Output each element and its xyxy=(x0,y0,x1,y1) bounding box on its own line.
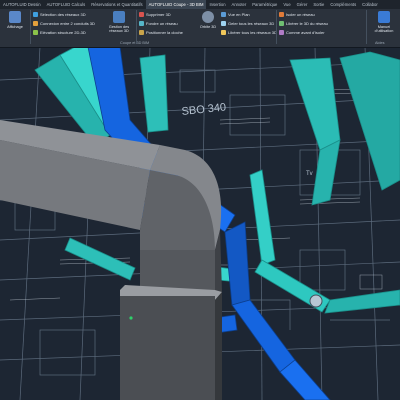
autocad-window: AUTOFLUID Dessin AUTOFLUID Calculs Réser… xyxy=(0,0,400,400)
panel-label-coupe: Coupe et 3D BIM xyxy=(120,41,150,45)
merge-icon xyxy=(139,21,144,26)
selection-icon xyxy=(33,12,38,17)
release-icon xyxy=(279,21,284,26)
tab-reservations[interactable]: Réservations et Quantitatifs xyxy=(88,0,145,9)
tab-complements[interactable]: Compléments xyxy=(327,0,359,9)
connector-point-icon xyxy=(129,316,133,320)
tab-parametrique[interactable]: Paramétrique xyxy=(249,0,280,9)
ribbon: AUTOFLUID Dessin AUTOFLUID Calculs Réser… xyxy=(0,0,400,48)
orbite-button[interactable]: Orbite 3D xyxy=(198,10,218,40)
elevation-button[interactable]: Elévation structure 2D-3D xyxy=(33,29,86,36)
fondre-button[interactable]: Fondre un réseau xyxy=(139,20,178,27)
selection-reseaux-button[interactable]: Sélection des réseaux 3D xyxy=(33,11,86,18)
tab-vue[interactable]: Vue xyxy=(280,0,293,9)
tab-collaborer[interactable]: Collabor xyxy=(359,0,381,9)
manual-icon xyxy=(378,11,390,23)
isoler-button[interactable]: Isoler un réseau xyxy=(279,11,315,18)
separator xyxy=(136,10,137,44)
gestion-reseaux-button[interactable]: Gestion des réseaux 3D xyxy=(104,10,134,40)
delete-icon xyxy=(139,12,144,17)
drawing-viewport[interactable]: SBO 340 Tv Tv xyxy=(0,47,400,400)
tab-gerer[interactable]: Gérer xyxy=(294,0,311,9)
tab-autofluid-dessin[interactable]: AUTOFLUID Dessin xyxy=(0,0,44,9)
freeze-icon xyxy=(221,21,226,26)
vue-en-plan-button[interactable]: Vue en Plan xyxy=(221,11,250,18)
connect-icon xyxy=(33,21,38,26)
room-tag: Tv xyxy=(306,171,313,177)
connexion-button[interactable]: Connexion entre 2 conduits 3D xyxy=(33,20,95,27)
tab-sortie[interactable]: Sortie xyxy=(310,0,327,9)
separator xyxy=(276,10,277,44)
separator xyxy=(30,10,31,44)
positionner-button[interactable]: Positionner la cloche xyxy=(139,29,183,36)
supprimer-button[interactable]: Supprimer 3D xyxy=(139,11,171,18)
liberer-reseau-button[interactable]: Libérer le 3D du réseau xyxy=(279,20,328,27)
display-icon xyxy=(9,11,21,23)
affichage-button[interactable]: Affichage xyxy=(2,10,28,40)
orbit-icon xyxy=(202,11,214,23)
ribbon-tabs: AUTOFLUID Dessin AUTOFLUID Calculs Réser… xyxy=(0,0,400,9)
manuel-button[interactable]: Manuel d'utilisation xyxy=(369,10,399,40)
unfreeze-icon xyxy=(221,30,226,35)
position-icon xyxy=(139,30,144,35)
diffuser-icon xyxy=(309,294,323,308)
tab-coupe-3d-bim[interactable]: AUTOFLUID Coupe - 3D BIM xyxy=(145,0,207,9)
isolate-icon xyxy=(279,12,284,17)
geler-reseaux-button[interactable]: Geler tous les réseaux 3D xyxy=(221,20,274,27)
tab-autofluid-calculs[interactable]: AUTOFLUID Calculs xyxy=(44,0,89,9)
restore-icon xyxy=(279,30,284,35)
comme-avant-button[interactable]: Comme avant d'isoler xyxy=(279,29,325,36)
plan-view-icon xyxy=(221,12,226,17)
network-icon xyxy=(113,11,125,23)
elevation-icon xyxy=(33,30,38,35)
tab-annoter[interactable]: Annoter xyxy=(229,0,250,9)
panel-label-aides: Aides xyxy=(375,41,385,45)
separator xyxy=(366,10,367,44)
tab-insertion[interactable]: Insertion xyxy=(206,0,228,9)
liberer-reseaux-button[interactable]: Libérer tous les réseaux 3D xyxy=(221,29,277,36)
